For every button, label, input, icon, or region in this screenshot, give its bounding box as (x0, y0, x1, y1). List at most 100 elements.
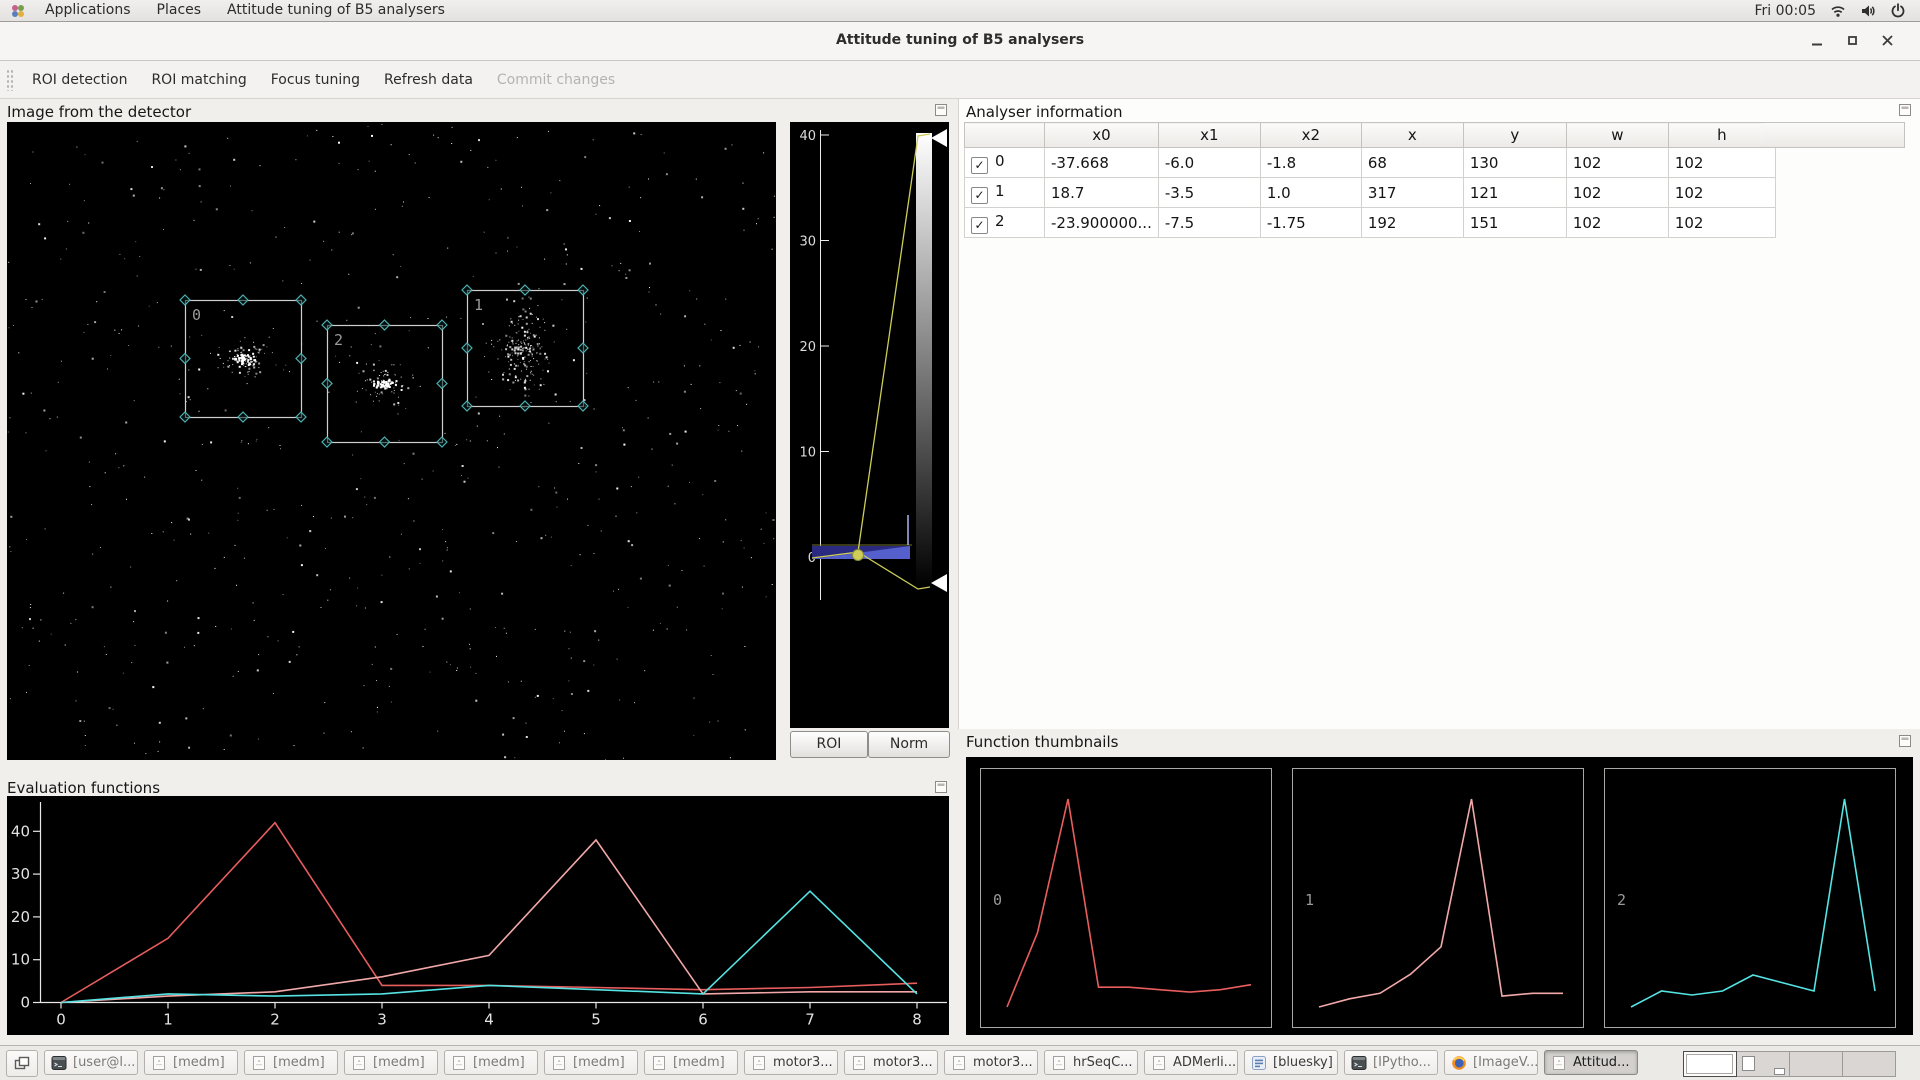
minimize-icon[interactable] (1811, 34, 1824, 47)
app-icon (751, 1055, 767, 1071)
taskbar-button-motor3[interactable]: motor3... (844, 1050, 938, 1075)
terminal-icon (1351, 1055, 1367, 1071)
row-checkbox[interactable]: ✓ (971, 187, 988, 204)
table-row[interactable]: ✓0-37.668-6.0-1.868130102102 (965, 148, 1776, 178)
toolbar-button-roi-detection[interactable]: ROI detection (20, 63, 139, 97)
thumbnail-label: 0 (993, 891, 1002, 909)
y-tick-label: 20 (11, 908, 30, 926)
taskbar-button-medm[interactable]: [medm] (544, 1050, 638, 1075)
taskbar-button-medm[interactable]: [medm] (144, 1050, 238, 1075)
volume-icon[interactable] (1860, 3, 1876, 19)
column-header-w[interactable]: w (1566, 123, 1668, 148)
column-header-select[interactable] (965, 123, 1045, 148)
evaluation-panel-detach-icon[interactable] (934, 779, 948, 793)
evaluation-chart: 010203040012345678 (7, 796, 949, 1035)
row-select-cell: ✓1 (965, 178, 1045, 208)
close-icon[interactable] (1881, 34, 1894, 47)
toolbar-button-roi-matching[interactable]: ROI matching (139, 63, 258, 97)
function-thumbnail-2[interactable]: 2 (1604, 768, 1896, 1028)
colormap-tick-label: 10 (799, 446, 816, 461)
detector-image[interactable]: 021 (7, 122, 776, 760)
row-checkbox[interactable]: ✓ (971, 157, 988, 174)
toolbar-button-refresh-data[interactable]: Refresh data (372, 63, 485, 97)
thumbnails-panel-detach-icon[interactable] (1898, 733, 1912, 747)
show-desktop-button[interactable] (6, 1050, 38, 1077)
analyser-panel-detach-icon[interactable] (1898, 102, 1912, 116)
column-header-x1[interactable]: x1 (1158, 123, 1260, 148)
taskbar-button-label: [medm] (473, 1055, 525, 1070)
power-icon[interactable] (1890, 3, 1906, 19)
toolbar-button-focus-tuning[interactable]: Focus tuning (259, 63, 372, 97)
detector-panel-detach-icon[interactable] (934, 102, 948, 116)
curve-handle[interactable] (853, 550, 864, 561)
workspace-switcher (1684, 1051, 1896, 1077)
table-row[interactable]: ✓2-23.900000...-7.5-1.75192151102102 (965, 208, 1776, 238)
roi-button[interactable]: ROI (790, 731, 868, 758)
thumbnail-label: 2 (1617, 891, 1626, 909)
table-cell: -7.5 (1158, 208, 1260, 238)
window-titlebar[interactable]: Attitude tuning of B5 analysers (0, 22, 1920, 61)
workspace-4[interactable] (1842, 1051, 1896, 1077)
taskbar-button-medm[interactable]: [medm] (244, 1050, 338, 1075)
taskbar-button-label: [medm] (373, 1055, 425, 1070)
table-cell: 130 (1463, 148, 1566, 178)
taskbar-button-label: [medm] (573, 1055, 625, 1070)
maximize-icon[interactable] (1846, 34, 1859, 47)
detector-image-plot[interactable]: 021 (7, 122, 776, 760)
table-cell: -37.668 (1045, 148, 1159, 178)
workspace-3[interactable] (1789, 1051, 1843, 1077)
function-thumbnail-1[interactable]: 1 (1292, 768, 1584, 1028)
taskbar-button-bluesky[interactable]: [bluesky] (1244, 1050, 1338, 1075)
function-thumbnail-0[interactable]: 0 (980, 768, 1272, 1028)
menu-applications[interactable]: Applications (32, 2, 144, 18)
column-header-y[interactable]: y (1463, 123, 1566, 148)
distro-logo-icon[interactable] (10, 3, 26, 19)
column-header-x2[interactable]: x2 (1260, 123, 1361, 148)
taskbar-button-imagev[interactable]: [ImageV... (1444, 1050, 1538, 1075)
taskbar-button-label: motor3... (873, 1055, 933, 1070)
taskbar-button-userl[interactable]: [user@l... (44, 1050, 138, 1075)
colormap-tick-label: 30 (799, 235, 816, 250)
taskbar-button-attitud[interactable]: Attitud... (1544, 1050, 1638, 1075)
taskbar-button-label: [bluesky] (1273, 1055, 1333, 1070)
taskbar-button-hrseqc[interactable]: hrSeqC... (1044, 1050, 1138, 1075)
taskbar-button-medm[interactable]: [medm] (344, 1050, 438, 1075)
x-tick-label: 0 (56, 1011, 66, 1029)
table-row[interactable]: ✓118.7-3.51.0317121102102 (965, 178, 1776, 208)
norm-button[interactable]: Norm (868, 731, 950, 758)
clock[interactable]: Fri 00:05 (1755, 3, 1816, 19)
app-icon (251, 1055, 267, 1071)
colormap-editor[interactable]: 010203040 (790, 122, 949, 728)
app-icon (351, 1055, 367, 1071)
workspace-2[interactable] (1736, 1051, 1790, 1077)
taskbar-button-label: ADMerli... (1173, 1055, 1236, 1070)
toolbar-drag-handle[interactable] (6, 69, 13, 91)
network-icon[interactable] (1830, 3, 1846, 19)
app-icon (451, 1055, 467, 1071)
colormap-histogram[interactable]: 010203040 (790, 122, 949, 728)
workspace-1[interactable] (1683, 1051, 1737, 1077)
table-cell: -1.8 (1260, 148, 1361, 178)
taskbar-button-motor3[interactable]: motor3... (744, 1050, 838, 1075)
taskbar-button-ipytho[interactable]: [IPytho... (1344, 1050, 1438, 1075)
row-checkbox[interactable]: ✓ (971, 217, 988, 234)
column-header-x0[interactable]: x0 (1045, 123, 1159, 148)
app-icon (151, 1055, 167, 1071)
toolbar-button-commit-changes[interactable]: Commit changes (485, 63, 627, 97)
table-cell: 102 (1566, 178, 1668, 208)
taskbar-button-medm[interactable]: [medm] (644, 1050, 738, 1075)
analyser-table[interactable]: x0x1x2xywh✓0-37.668-6.0-1.868130102102✓1… (964, 122, 1776, 238)
taskbar: [user@l...[medm][medm][medm][medm][medm]… (0, 1045, 1920, 1080)
roi-label: 2 (334, 331, 343, 349)
column-header-x[interactable]: x (1361, 123, 1463, 148)
menu-places[interactable]: Places (144, 2, 215, 18)
taskbar-button-admerli[interactable]: ADMerli... (1144, 1050, 1238, 1075)
table-cell: 18.7 (1045, 178, 1159, 208)
column-header-h[interactable]: h (1668, 123, 1775, 148)
menu-attitude-tuning-of-b5-analysers[interactable]: Attitude tuning of B5 analysers (214, 2, 458, 18)
app-icon (1551, 1055, 1567, 1071)
taskbar-button-motor3[interactable]: motor3... (944, 1050, 1038, 1075)
roi-label: 0 (192, 306, 201, 324)
terminal-icon (51, 1055, 67, 1071)
taskbar-button-medm[interactable]: [medm] (444, 1050, 538, 1075)
